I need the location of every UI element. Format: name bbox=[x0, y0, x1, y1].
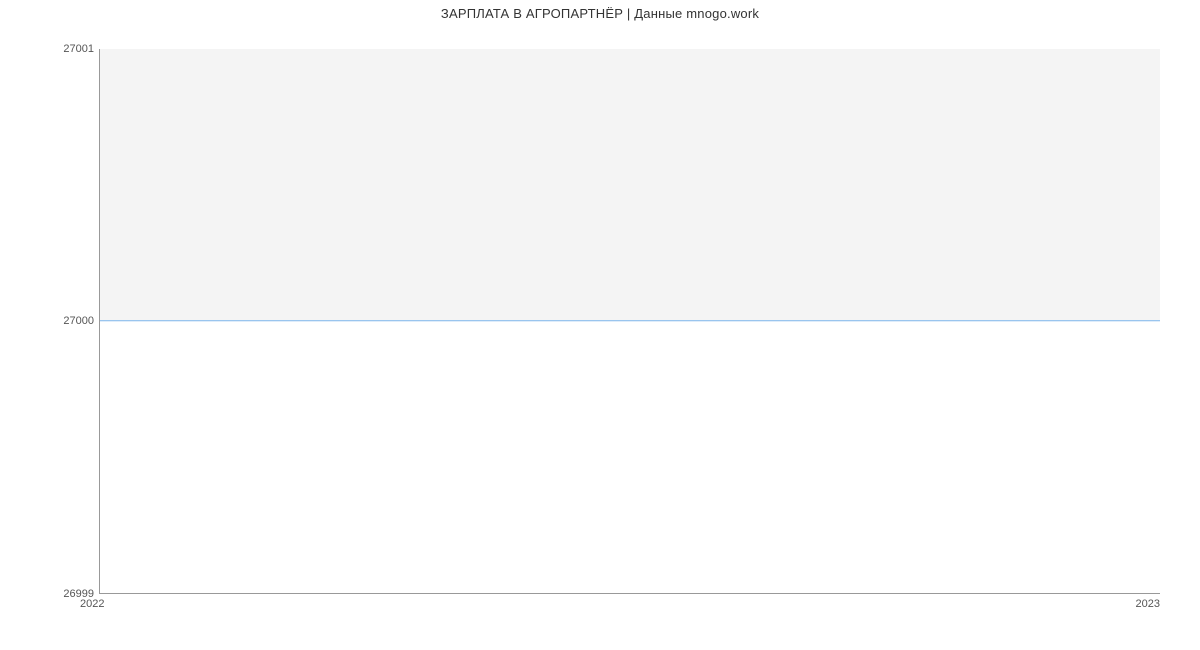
y-tick-mid: 27000 bbox=[63, 315, 94, 327]
x-tick-left: 2022 bbox=[80, 598, 104, 610]
chart-container: ЗАРПЛАТА В АГРОПАРТНЁР | Данные mnogo.wo… bbox=[0, 0, 1200, 650]
y-tick-top: 27001 bbox=[63, 43, 94, 55]
chart-title: ЗАРПЛАТА В АГРОПАРТНЁР | Данные mnogo.wo… bbox=[0, 6, 1200, 21]
data-line bbox=[100, 320, 1160, 321]
x-tick-right: 2023 bbox=[1136, 598, 1160, 610]
plot-area bbox=[99, 49, 1160, 594]
plot-band bbox=[100, 49, 1160, 321]
